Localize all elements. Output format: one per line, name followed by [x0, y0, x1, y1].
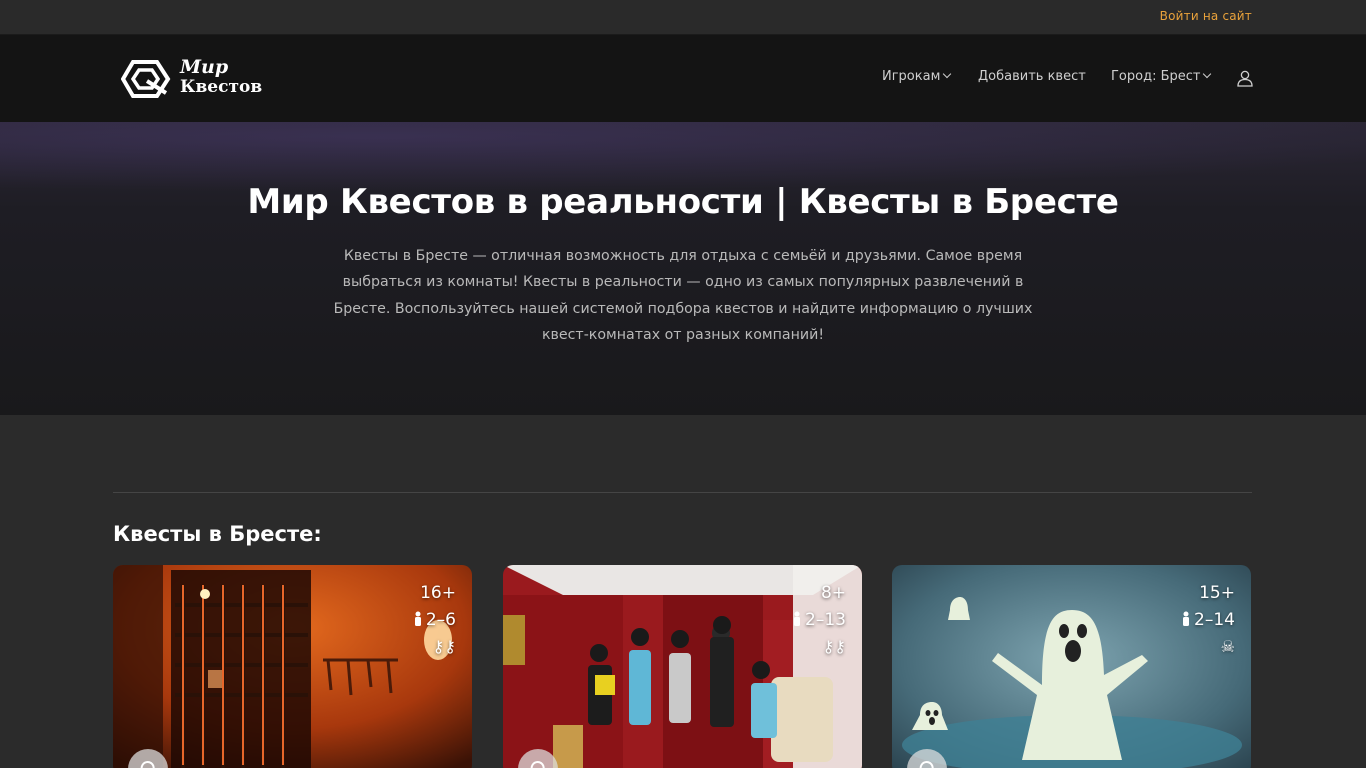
person-icon [792, 611, 802, 631]
nav-players-label: Игрокам [882, 69, 941, 84]
nav-add-quest-label: Добавить квест [978, 69, 1086, 84]
logo-hexagon-icon [121, 60, 171, 98]
top-bar: Войти на сайт [0, 0, 1366, 35]
nav-city-select[interactable]: Город: Брест [1111, 69, 1212, 84]
players-count: 2–14 [1181, 610, 1235, 631]
key-icon: ⚷⚷ [432, 637, 456, 656]
hero-description: Квесты в Бресте — отличная возможность д… [333, 248, 1033, 343]
players-count: 2–6 [413, 610, 456, 631]
skull-icon: ☠ [1220, 637, 1235, 656]
nav-add-quest-link[interactable]: Добавить квест [978, 69, 1086, 84]
section-title: Квесты в Бресте: [113, 522, 322, 546]
age-badge: 15+ [1199, 583, 1235, 603]
age-badge: 16+ [420, 583, 456, 603]
main-navbar: Мир Квестов Игрокам Добавить квест Город… [0, 35, 1366, 122]
section-divider [113, 492, 1252, 493]
age-badge: 8+ [820, 583, 846, 603]
players-range: 2–14 [1194, 610, 1235, 630]
site-logo[interactable]: Мир Квестов [121, 55, 271, 103]
quest-card[interactable]: 16+ 2–6 ⚷⚷ [113, 565, 472, 768]
person-icon [1181, 611, 1191, 631]
login-link[interactable]: Войти на сайт [1160, 9, 1252, 23]
page-title: Мир Квестов в реальности | Квесты в Брес… [247, 182, 1119, 222]
person-icon [413, 611, 423, 631]
quest-image [503, 565, 862, 768]
quest-image [892, 565, 1251, 768]
chevron-down-icon [943, 69, 952, 79]
quest-card[interactable]: 8+ 2–13 ⚷⚷ [503, 565, 862, 768]
user-icon[interactable] [1236, 69, 1254, 87]
nav-city-label: Город: Брест [1111, 69, 1201, 84]
players-count: 2–13 [792, 610, 846, 631]
chevron-down-icon [1203, 69, 1212, 79]
rotate-icon [140, 761, 155, 768]
hero-section: Мир Квестов в реальности | Квесты в Брес… [0, 122, 1366, 415]
rotate-icon [530, 761, 545, 768]
rotate-icon [919, 761, 934, 768]
nav-players-menu[interactable]: Игрокам [882, 69, 952, 84]
logo-text-line1: Мир [180, 56, 229, 78]
logo-text-line2: Квестов [180, 77, 263, 97]
players-range: 2–6 [425, 610, 456, 630]
quest-card[interactable]: 15+ 2–14 ☠ [892, 565, 1251, 768]
quest-image [113, 565, 472, 768]
key-icon: ⚷⚷ [822, 637, 846, 656]
players-range: 2–13 [805, 610, 846, 630]
